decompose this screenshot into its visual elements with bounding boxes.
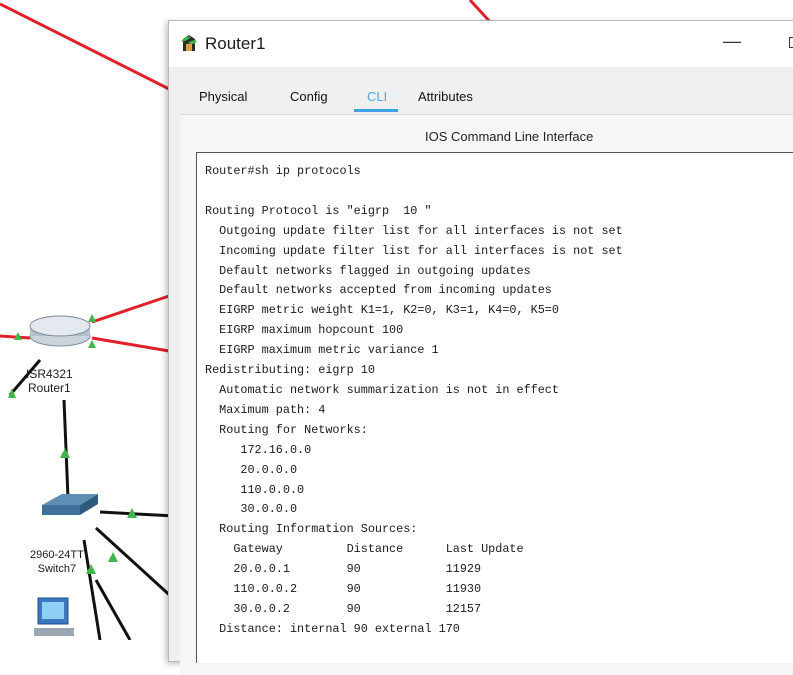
active-tab-indicator <box>354 109 398 112</box>
maximize-icon <box>789 37 793 48</box>
console-output[interactable]: Router#sh ip protocols Routing Protocol … <box>205 162 623 640</box>
port-up-icon <box>60 448 70 458</box>
router-label: ISR4321 Router1 <box>26 367 73 395</box>
router-device-icon[interactable] <box>29 315 91 347</box>
tab-cli[interactable]: CLI <box>367 89 387 104</box>
switch-label: 2960-24TT Switch7 <box>30 549 84 575</box>
port-up-icon <box>108 552 118 562</box>
maximize-button[interactable] <box>781 25 793 61</box>
cli-console[interactable]: Router#sh ip protocols Routing Protocol … <box>196 152 793 663</box>
switch-device-icon[interactable] <box>42 494 98 515</box>
router1-window[interactable]: Router1 — Physical Config CLI Attributes… <box>168 20 793 675</box>
link-switch-right <box>99 510 176 518</box>
link-red-top-left <box>0 2 176 94</box>
link-switch-down-right <box>94 526 177 602</box>
window-title: Router1 <box>205 34 266 53</box>
link-switch-pc <box>82 539 102 640</box>
port-up-icon <box>88 340 96 348</box>
link-red-router-2 <box>91 336 176 354</box>
tab-config[interactable]: Config <box>290 89 328 104</box>
link-switch-down-far <box>94 579 132 640</box>
minimize-button[interactable]: — <box>709 25 755 61</box>
cli-heading: IOS Command Line Interface <box>425 129 594 144</box>
link-red-router-left <box>0 334 31 340</box>
link-red-router-1 <box>91 292 176 324</box>
tab-physical[interactable]: Physical <box>199 89 247 104</box>
title-bar[interactable]: Router1 — <box>169 21 793 67</box>
router-app-icon <box>181 35 197 51</box>
pc-device-icon[interactable] <box>34 597 74 636</box>
tab-attributes[interactable]: Attributes <box>418 89 473 104</box>
port-up-icon <box>88 314 96 322</box>
